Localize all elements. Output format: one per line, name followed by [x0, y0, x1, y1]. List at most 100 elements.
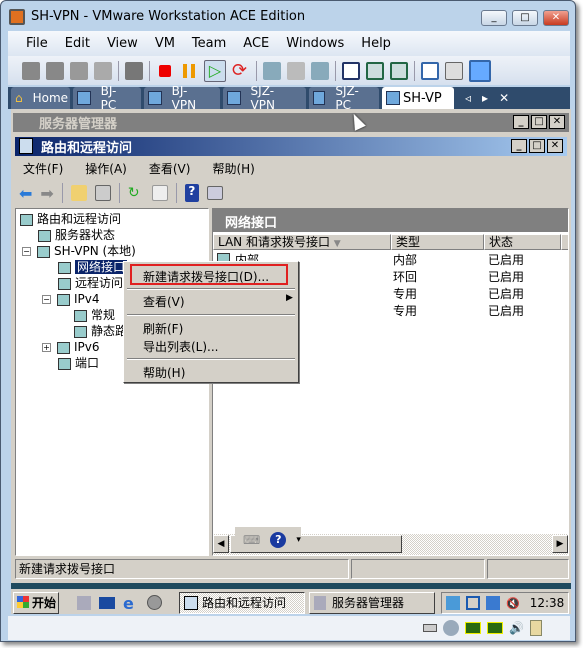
network-adapter-icon[interactable]	[465, 622, 482, 634]
tab-sh-vpn[interactable]: SH-VP	[382, 87, 454, 109]
start-button[interactable]: 开始	[13, 592, 59, 614]
menu-item-export-list[interactable]: 导出列表(L)...	[143, 338, 219, 355]
menu-ace[interactable]: ACE	[243, 36, 269, 51]
server-manager-quicklaunch-icon[interactable]	[77, 596, 91, 610]
menu-team[interactable]: Team	[192, 36, 226, 51]
menu-item-help[interactable]: 帮助(H)	[143, 364, 185, 381]
usb-icon[interactable]	[94, 61, 112, 80]
column-header-status[interactable]: 状态	[484, 234, 561, 250]
quick-switch-icon[interactable]	[390, 61, 408, 80]
tree-item[interactable]: 服务器状态	[38, 227, 115, 243]
menu-action[interactable]: 操作(A)	[85, 160, 127, 177]
cell-status[interactable]: 已启用	[488, 251, 524, 268]
power-off-button[interactable]	[159, 64, 171, 77]
volume-muted-icon[interactable]: 🔇	[506, 597, 520, 610]
close-tab-icon[interactable]: ✕	[499, 87, 509, 109]
cell-status[interactable]: 已启用	[488, 285, 524, 302]
snapshot-manager-icon[interactable]	[311, 61, 329, 80]
refresh-icon[interactable]: ↻	[128, 185, 144, 201]
tree-item[interactable]: 静态路	[74, 323, 127, 339]
close-button[interactable]: ✕	[549, 115, 565, 129]
forward-icon[interactable]: ➡	[40, 184, 53, 203]
vmware-tools-icon[interactable]	[446, 596, 460, 610]
menu-help[interactable]: 帮助(H)	[212, 160, 254, 177]
menu-view[interactable]: View	[107, 36, 138, 51]
ie-icon[interactable]: e	[123, 594, 134, 613]
close-button[interactable]: ✕	[543, 10, 569, 26]
maximize-button[interactable]: □	[531, 115, 547, 129]
menu-help[interactable]: Help	[361, 36, 391, 51]
cdrom-icon[interactable]	[443, 620, 460, 636]
tree-item[interactable]: − SH-VPN (本地)	[22, 243, 136, 259]
network-icon[interactable]	[486, 596, 500, 610]
cell-type[interactable]: 专用	[393, 285, 417, 302]
tab-home[interactable]: ⌂ Home	[11, 87, 70, 109]
show-desktop-icon[interactable]	[99, 597, 115, 609]
close-button[interactable]: ✕	[547, 139, 563, 153]
expand-icon[interactable]: +	[42, 343, 51, 352]
console-icon[interactable]	[445, 61, 463, 80]
tab-sjz-pc[interactable]: SJZ-PC	[309, 84, 379, 112]
collapse-icon[interactable]: −	[42, 295, 51, 304]
up-folder-icon[interactable]	[70, 185, 87, 201]
taskbar-button-rras[interactable]: 路由和远程访问	[179, 592, 305, 614]
power-on-button[interactable]: ▷	[204, 59, 226, 82]
message-log-icon[interactable]	[530, 620, 542, 636]
take-snapshot-icon[interactable]	[263, 61, 281, 80]
collapse-icon[interactable]: −	[22, 247, 31, 256]
menu-item-view[interactable]: 查看(V)	[143, 293, 185, 310]
minimize-button[interactable]: _	[511, 139, 527, 153]
network-adapter-icon[interactable]	[487, 622, 504, 634]
column-header-name[interactable]: LAN 和请求拨号接口 ▼	[213, 234, 391, 250]
menu-vm[interactable]: VM	[155, 36, 175, 51]
fullscreen-icon[interactable]	[366, 61, 384, 80]
ctrl-alt-del-icon[interactable]	[125, 61, 143, 80]
device-icon[interactable]	[70, 61, 88, 80]
maximize-button[interactable]: □	[529, 139, 545, 153]
tree-item[interactable]: 端口	[58, 355, 99, 371]
menu-file[interactable]: 文件(F)	[23, 160, 63, 177]
help-icon[interactable]: ?	[270, 531, 287, 548]
tab-scroll-left-icon[interactable]: ◃	[465, 87, 471, 109]
tree-item[interactable]: 路由和远程访问	[20, 211, 121, 227]
menu-edit[interactable]: Edit	[65, 36, 90, 51]
clock[interactable]: 12:38	[530, 596, 565, 610]
options-icon[interactable]: ▾	[296, 535, 301, 545]
scroll-right-button[interactable]: ▶	[552, 535, 568, 553]
menu-item-refresh[interactable]: 刷新(F)	[143, 320, 183, 337]
cell-type[interactable]: 专用	[393, 302, 417, 319]
vm-tray-icon[interactable]	[466, 596, 480, 610]
tree-item[interactable]: 网络接口	[58, 259, 128, 275]
tree-item[interactable]: 远程访问	[58, 275, 123, 291]
taskbar-button-server-manager[interactable]: 服务器管理器	[309, 592, 435, 614]
reset-button[interactable]: ⟳	[232, 61, 250, 80]
tab-bj-vpn[interactable]: BJ-VPN	[144, 84, 220, 112]
export-icon[interactable]	[151, 185, 168, 201]
column-header-type[interactable]: 类型	[391, 234, 484, 250]
cell-type[interactable]: 内部	[393, 251, 417, 268]
tree-item[interactable]: − IPv4	[42, 291, 100, 307]
menu-item-new-demand-dial[interactable]: 新建请求拨号接口(D)...	[143, 268, 269, 285]
help-icon[interactable]: ?	[184, 184, 199, 202]
back-icon[interactable]: ⬅	[19, 184, 32, 203]
minimize-button[interactable]: _	[513, 115, 529, 129]
suspend-button[interactable]	[183, 63, 195, 78]
settings-icon[interactable]	[421, 61, 439, 80]
sound-icon[interactable]: 🔊	[509, 621, 524, 635]
snapshot-icon[interactable]	[22, 61, 40, 80]
revert-snapshot-icon[interactable]	[287, 61, 305, 80]
horizontal-scrollbar[interactable]: ◀ ▶ ⌨ ? ▾	[213, 527, 568, 555]
tree-item[interactable]: + IPv6	[42, 339, 100, 355]
console-icon[interactable]	[147, 595, 162, 610]
tab-sjz-vpn[interactable]: SJZ-VPN	[223, 84, 306, 112]
tree-item[interactable]: 常规	[74, 307, 115, 323]
cell-status[interactable]: 已启用	[488, 268, 524, 285]
maximize-button[interactable]: □	[512, 10, 538, 26]
keyboard-icon[interactable]: ⌨	[243, 533, 260, 547]
scroll-left-button[interactable]: ◀	[213, 535, 229, 553]
menu-view[interactable]: 查看(V)	[149, 160, 191, 177]
tabs-view-icon[interactable]	[469, 59, 491, 82]
menu-windows[interactable]: Windows	[286, 36, 344, 51]
minimize-button[interactable]: _	[481, 10, 507, 26]
sidebar-icon[interactable]	[342, 61, 360, 80]
